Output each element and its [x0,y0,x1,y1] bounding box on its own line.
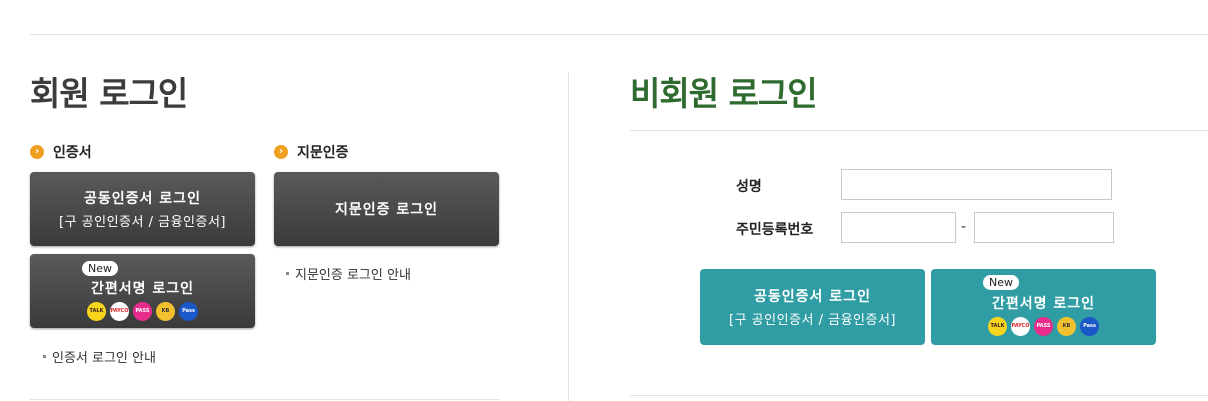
new-badge: New [983,275,1019,290]
cert-guide-link[interactable]: 인증서 로그인 안내 [43,347,156,366]
fingerprint-login-button-label: 지문인증 로그인 [334,202,439,218]
guest-cert-login-button[interactable]: 공동인증서 로그인 [구 공인인증서 / 금융인증서] [700,269,925,345]
fingerprint-login-button[interactable]: 지문인증 로그인 [274,172,499,246]
cert-login-button-label: 공동인증서 로그인 [84,191,201,207]
member-login-title: 회원 로그인 [30,74,188,113]
kb-icon: KB [156,302,175,321]
pass-icon: PASS [133,302,152,321]
chevron-right-icon: › [30,145,44,159]
rrn-separator: - [961,219,967,235]
simple-sign-login-button[interactable]: 간편서명 로그인 TALK PAYCO PASS KB Pass [30,254,255,328]
kakao-talk-icon: TALK [87,302,106,321]
guest-cert-login-sub: [구 공인인증서 / 금융인증서] [729,313,896,328]
new-badge: New [82,261,118,276]
rrn-label: 주민등록번호 [736,222,814,238]
samsung-pass-icon: Pass [179,302,198,321]
fingerprint-guide-link[interactable]: 지문인증 로그인 안내 [286,264,411,283]
center-divider [568,72,569,401]
kakao-talk-icon: TALK [988,317,1007,336]
rrn-front-input[interactable] [841,212,956,243]
simple-sign-button-label: 간편서명 로그인 [90,281,195,297]
pass-icon: PASS [1034,317,1053,336]
guest-login-title: 비회원 로그인 [630,74,818,113]
guest-simple-sign-button[interactable]: 간편서명 로그인 TALK PAYCO PASS KB Pass [931,269,1156,345]
name-label: 성명 [736,179,762,195]
name-input[interactable] [841,169,1112,200]
top-divider [30,34,1208,35]
fingerprint-section-label: › 지문인증 [274,142,349,162]
fingerprint-guide-text: 지문인증 로그인 안내 [295,268,411,283]
list-bullet-icon [286,272,289,275]
samsung-pass-icon: Pass [1080,317,1099,336]
app-icon-row: TALK PAYCO PASS KB Pass [988,317,1099,336]
chevron-right-icon: › [274,145,288,159]
guest-title-divider [630,130,1208,131]
fingerprint-label-text: 지문인증 [297,145,349,161]
guest-bottom-divider [630,395,1208,396]
guest-cert-login-label: 공동인증서 로그인 [754,289,871,305]
cert-label-text: 인증서 [53,145,92,161]
cert-login-button[interactable]: 공동인증서 로그인 [구 공인인증서 / 금융인증서] [30,172,255,246]
payco-icon: PAYCO [1011,317,1030,336]
guest-simple-sign-label: 간편서명 로그인 [991,296,1096,312]
payco-icon: PAYCO [110,302,129,321]
list-bullet-icon [43,355,46,358]
cert-guide-text: 인증서 로그인 안내 [52,351,156,366]
rrn-back-input[interactable] [974,212,1114,243]
cert-section-label: › 인증서 [30,142,92,162]
app-icon-row: TALK PAYCO PASS KB Pass [87,302,198,321]
kb-icon: KB [1057,317,1076,336]
member-bottom-divider [30,399,499,400]
cert-login-button-sub: [구 공인인증서 / 금융인증서] [59,215,226,230]
